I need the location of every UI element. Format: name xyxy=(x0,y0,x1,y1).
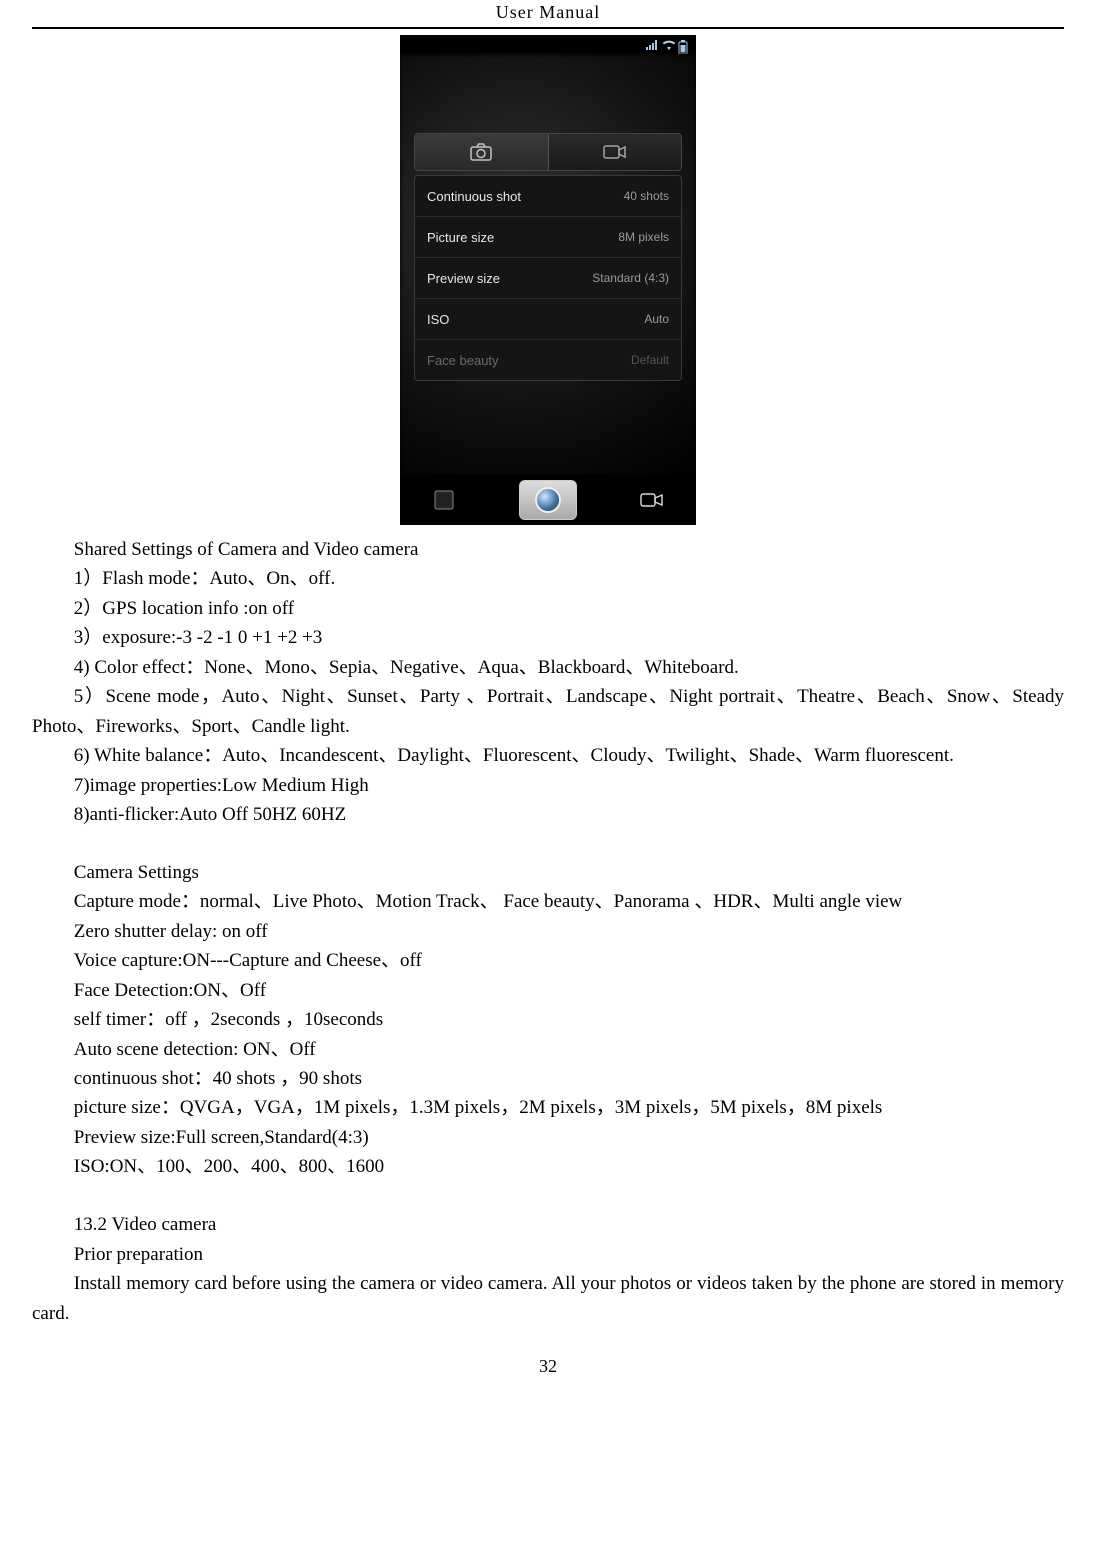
setting-row-iso[interactable]: ISO Auto xyxy=(415,299,681,340)
setting-label: ISO xyxy=(427,312,449,327)
setting-row-picture-size[interactable]: Picture size 8M pixels xyxy=(415,217,681,258)
camera-bottom-bar xyxy=(400,475,696,525)
body-line: ISO:ON、100、200、400、800、1600 xyxy=(32,1152,1064,1181)
shutter-inner-icon xyxy=(535,487,561,513)
body-line: 2）GPS location info :on off xyxy=(32,594,1064,623)
setting-label: Face beauty xyxy=(427,353,499,368)
mode-tabs xyxy=(414,133,682,171)
body-line: Voice capture:ON---Capture and Cheese、of… xyxy=(32,946,1064,975)
camera-settings-panel: Continuous shot 40 shots Picture size 8M… xyxy=(414,175,682,381)
body-line: Capture mode：normal、Live Photo、Motion Tr… xyxy=(32,887,1064,916)
status-bar xyxy=(400,35,696,55)
setting-row-continuous-shot[interactable]: Continuous shot 40 shots xyxy=(415,176,681,217)
body-line: 13.2 Video camera xyxy=(32,1210,1064,1239)
setting-label: Continuous shot xyxy=(427,189,521,204)
tab-video[interactable] xyxy=(549,134,682,170)
body-line: 1）Flash mode：Auto、On、off. xyxy=(32,564,1064,593)
body-line: Preview size:Full screen,Standard(4:3) xyxy=(32,1123,1064,1152)
page-number: 32 xyxy=(32,1356,1064,1377)
body-line: 4) Color effect：None、Mono、Sepia、Negative… xyxy=(32,653,1064,682)
setting-row-preview-size[interactable]: Preview size Standard (4:3) xyxy=(415,258,681,299)
body-line: 8)anti-flicker:Auto Off 50HZ 60HZ xyxy=(32,800,1064,829)
body-line: 7)image properties:Low Medium High xyxy=(32,771,1064,800)
video-icon xyxy=(603,144,627,160)
signal-icon xyxy=(646,40,658,50)
setting-value: Standard (4:3) xyxy=(592,271,669,285)
body-line: Install memory card before using the cam… xyxy=(32,1269,1064,1328)
mode-switch-button[interactable] xyxy=(638,486,666,514)
setting-label: Preview size xyxy=(427,271,500,286)
camera-icon xyxy=(470,143,492,161)
gallery-thumbnail-button[interactable] xyxy=(430,486,458,514)
setting-value: 40 shots xyxy=(624,189,669,203)
body-line: 3）exposure:-3 -2 -1 0 +1 +2 +3 xyxy=(32,623,1064,652)
body-line: Camera Settings xyxy=(32,858,1064,887)
setting-label: Picture size xyxy=(427,230,494,245)
shutter-button[interactable] xyxy=(519,480,577,520)
body-line: Shared Settings of Camera and Video came… xyxy=(32,535,1064,564)
body-line: Auto scene detection: ON、Off xyxy=(32,1035,1064,1064)
tab-camera[interactable] xyxy=(415,134,548,170)
body-line: Prior preparation xyxy=(32,1240,1064,1269)
embedded-screenshot: Continuous shot 40 shots Picture size 8M… xyxy=(32,35,1064,525)
body-line: self timer：off ，2seconds ，10seconds xyxy=(32,1005,1064,1034)
body-line: picture size：QVGA，VGA，1M pixels，1.3M pix… xyxy=(32,1093,1064,1122)
setting-value: Auto xyxy=(644,312,669,326)
body-line: 6) White balance：Auto、Incandescent、Dayli… xyxy=(32,741,1064,770)
body-line: continuous shot：40 shots ，90 shots xyxy=(32,1064,1064,1093)
setting-value: 8M pixels xyxy=(618,230,669,244)
setting-value: Default xyxy=(631,353,669,367)
wifi-icon xyxy=(662,40,674,50)
page-header: User Manual xyxy=(32,0,1064,29)
body-line: 5）Scene mode，Auto、Night、Sunset、Party 、Po… xyxy=(32,682,1064,741)
document-body: Shared Settings of Camera and Video came… xyxy=(32,535,1064,1328)
phone-frame: Continuous shot 40 shots Picture size 8M… xyxy=(400,35,696,525)
body-line: Zero shutter delay: on off xyxy=(32,917,1064,946)
battery-icon xyxy=(678,40,690,50)
setting-row-face-beauty[interactable]: Face beauty Default xyxy=(415,340,681,380)
body-line: Face Detection:ON、Off xyxy=(32,976,1064,1005)
